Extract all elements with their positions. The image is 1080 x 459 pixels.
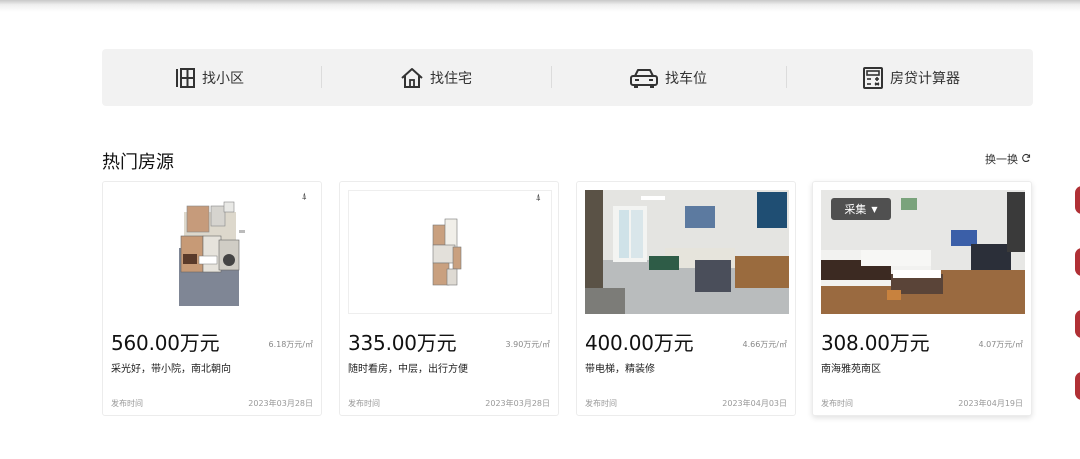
side-float-button[interactable] [1075,372,1080,400]
listing-price: 308.00万元 [821,331,930,355]
side-float-button[interactable] [1075,310,1080,338]
house-icon [400,67,424,89]
nav-find-parking[interactable]: 找车位 [629,49,707,106]
listing-card[interactable]: ⍋ 335.00万元 3.90万元/㎡ 随时看房，中层，出行方便 发布时间 20… [339,181,559,416]
listing-description: 带电梯，精装修 [585,364,655,375]
listing-card[interactable]: ⍋ 560.00万元 6.18万元/㎡ 采光好，带小院，南北朝向 发布时间 20… [102,181,322,416]
living-room-photo [585,190,789,314]
floorplan-image: ⍋ [348,190,552,314]
listing-date: 2023年03月28日 [485,399,550,408]
nav-find-house[interactable]: 找住宅 [400,49,472,106]
top-shadow-bar [0,0,1080,12]
collect-button[interactable]: 采集 ▼ [831,198,891,220]
calculator-icon [862,66,884,89]
living-room-photo: 采集 ▼ [821,190,1025,314]
listing-date-label: 发布时间 [585,399,617,408]
nav-mortgage-calculator-label: 房贷计算器 [890,70,960,87]
refresh-icon [1021,153,1031,166]
listing-date-label: 发布时间 [111,399,143,408]
listing-card[interactable]: 400.00万元 4.66万元/㎡ 带电梯，精装修 发布时间 2023年04月0… [576,181,796,416]
collect-label: 采集 [844,203,867,216]
north-arrow-icon: ⍋ [301,192,307,202]
nav-find-parking-label: 找车位 [665,70,707,87]
refresh-button[interactable]: 换一换 [985,151,1031,167]
listing-date: 2023年04月19日 [958,399,1023,408]
floorplan-image: ⍋ [111,190,315,314]
nav-divider [786,66,787,88]
listing-unit-price: 4.07万元/㎡ [978,340,1023,349]
listing-date-label: 发布时间 [348,399,380,408]
listing-price: 335.00万元 [348,331,457,355]
listing-description: 随时看房，中层，出行方便 [348,364,468,375]
community-icon [174,67,196,89]
quick-nav-bar: 找小区 找住宅 找车位 房贷计算器 [102,49,1033,106]
nav-divider [551,66,552,88]
side-float-button[interactable] [1075,186,1080,214]
listing-unit-price: 6.18万元/㎡ [268,340,313,349]
listing-price: 400.00万元 [585,331,694,355]
car-icon [629,67,659,89]
listing-description: 采光好，带小院，南北朝向 [111,364,231,375]
listing-date-label: 发布时间 [821,399,853,408]
north-arrow-icon: ⍋ [535,193,541,203]
listing-unit-price: 4.66万元/㎡ [742,340,787,349]
caret-down-icon: ▼ [871,204,878,214]
nav-find-community[interactable]: 找小区 [174,49,244,106]
nav-divider [321,66,322,88]
listing-price: 560.00万元 [111,331,220,355]
refresh-label: 换一换 [985,153,1018,166]
side-float-button[interactable] [1075,248,1080,276]
nav-find-house-label: 找住宅 [430,70,472,87]
listing-date: 2023年03月28日 [248,399,313,408]
listing-description: 南海雅苑南区 [821,364,881,375]
listing-date: 2023年04月03日 [722,399,787,408]
nav-find-community-label: 找小区 [202,70,244,87]
nav-mortgage-calculator[interactable]: 房贷计算器 [862,49,960,106]
section-title: 热门房源 [102,152,174,173]
listing-unit-price: 3.90万元/㎡ [505,340,550,349]
listing-card[interactable]: 采集 ▼ 308.00万元 4.07万元/㎡ 南海雅苑南区 发布时间 2023年… [812,181,1032,416]
